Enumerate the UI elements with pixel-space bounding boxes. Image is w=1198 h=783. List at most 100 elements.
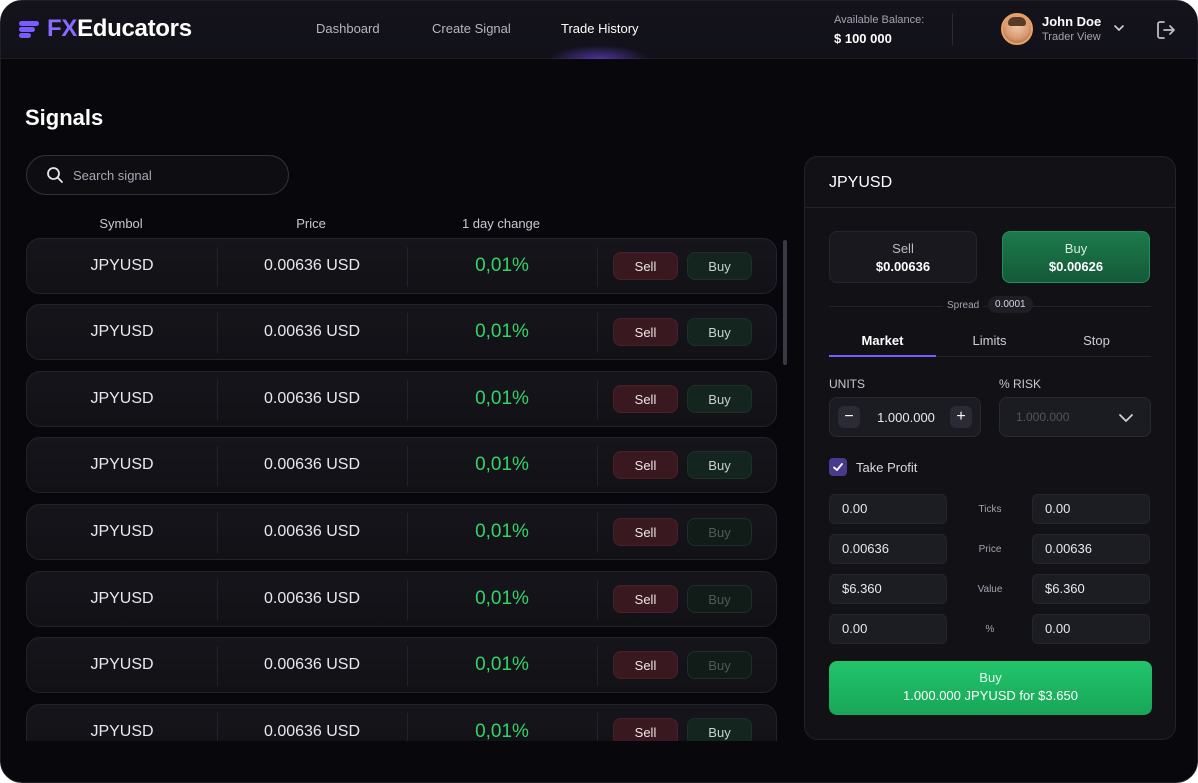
- buy-quote-price: $0.00626: [1048, 259, 1104, 274]
- value-left-input[interactable]: $6.360: [829, 574, 947, 604]
- take-profit-checkbox[interactable]: [829, 458, 847, 476]
- row-change: 0,01%: [475, 721, 529, 741]
- ticks-label: Ticks: [978, 504, 1002, 515]
- sell-quote-button[interactable]: Sell $0.00636: [829, 231, 977, 283]
- tab-limits[interactable]: Limits: [936, 333, 1043, 348]
- logo-icon: [19, 18, 41, 40]
- divider: [805, 207, 1175, 208]
- search-box[interactable]: [26, 155, 289, 195]
- divider: [952, 13, 953, 45]
- row-symbol: JPYUSD: [90, 523, 154, 540]
- row-symbol: JPYUSD: [90, 590, 154, 607]
- spread-label: Spread: [943, 300, 984, 311]
- percent-left-input[interactable]: 0.00: [829, 614, 947, 644]
- price-left-input[interactable]: 0.00636: [829, 534, 947, 564]
- table-row[interactable]: JPYUSD 0.00636 USD 0,01% Sell Buy: [26, 238, 777, 294]
- units-stepper: − 1.000.000 +: [829, 397, 981, 437]
- value-right-input[interactable]: $6.360: [1032, 574, 1150, 604]
- divider: [597, 380, 598, 420]
- sell-button[interactable]: Sell: [613, 651, 678, 679]
- buy-button[interactable]: Buy: [687, 518, 752, 546]
- scrollbar[interactable]: [783, 238, 787, 741]
- decrement-button[interactable]: −: [838, 406, 860, 428]
- table-row[interactable]: JPYUSD 0.00636 USD 0,01% Sell Buy: [26, 437, 777, 493]
- buy-button[interactable]: Buy: [687, 318, 752, 346]
- buy-button[interactable]: Buy: [687, 451, 752, 479]
- divider: [597, 313, 598, 353]
- balance-value: $ 100 000: [834, 31, 892, 46]
- spread-badge: 0.0001: [988, 296, 1033, 313]
- take-profit-label[interactable]: Take Profit: [856, 460, 917, 475]
- divider: [597, 513, 598, 553]
- buy-button[interactable]: Buy: [687, 252, 752, 280]
- row-symbol: JPYUSD: [90, 390, 154, 407]
- nav-active-indicator: [549, 45, 649, 59]
- search-input[interactable]: [73, 164, 273, 186]
- nav-dashboard[interactable]: Dashboard: [316, 21, 380, 36]
- tab-stop[interactable]: Stop: [1043, 333, 1150, 348]
- buy-button[interactable]: Buy: [687, 385, 752, 413]
- table-row[interactable]: JPYUSD 0.00636 USD 0,01% Sell Buy: [26, 371, 777, 427]
- percent-right-input[interactable]: 0.00: [1032, 614, 1150, 644]
- brand-logo[interactable]: FXEducators: [19, 15, 192, 43]
- row-price: 0.00636 USD: [263, 656, 361, 673]
- price-label: Price: [978, 544, 1002, 555]
- table-row[interactable]: JPYUSD 0.00636 USD 0,01% Sell Buy: [26, 704, 777, 741]
- order-panel: JPYUSD Sell $0.00636 Buy $0.00626 Spread…: [804, 156, 1176, 740]
- buy-button[interactable]: Buy: [687, 585, 752, 613]
- row-change: 0,01%: [475, 654, 529, 675]
- risk-value: 1.000.000: [1016, 410, 1070, 424]
- scrollbar-thumb[interactable]: [783, 240, 787, 365]
- row-price: 0.00636 USD: [263, 257, 361, 274]
- buy-order-button[interactable]: Buy 1.000.000 JPYUSD for $3.650: [829, 661, 1152, 715]
- search-icon: [47, 167, 63, 183]
- user-role: Trader View: [1042, 31, 1101, 43]
- buy-button[interactable]: Buy: [687, 651, 752, 679]
- table-row[interactable]: JPYUSD 0.00636 USD 0,01% Sell Buy: [26, 504, 777, 560]
- page-title: Signals: [25, 105, 104, 130]
- sell-button[interactable]: Sell: [613, 318, 678, 346]
- buy-button[interactable]: Buy: [687, 718, 752, 741]
- logout-icon[interactable]: [1154, 18, 1178, 42]
- column-header-symbol: Symbol: [99, 216, 143, 231]
- ticks-right-input[interactable]: 0.00: [1032, 494, 1150, 524]
- sell-button[interactable]: Sell: [613, 585, 678, 613]
- risk-label: % RISK: [999, 377, 1042, 391]
- avatar[interactable]: [1001, 13, 1033, 45]
- tab-market[interactable]: Market: [829, 333, 936, 348]
- sell-button[interactable]: Sell: [613, 451, 678, 479]
- app-window: FXEducators Dashboard Create Signal Trad…: [0, 0, 1198, 783]
- row-price: 0.00636 USD: [263, 723, 361, 740]
- table-row[interactable]: JPYUSD 0.00636 USD 0,01% Sell Buy: [26, 571, 777, 627]
- row-change: 0,01%: [475, 454, 529, 475]
- table-row[interactable]: JPYUSD 0.00636 USD 0,01% Sell Buy: [26, 637, 777, 693]
- signals-list: JPYUSD 0.00636 USD 0,01% Sell Buy JPYUSD…: [26, 238, 778, 741]
- column-header-change: 1 day change: [461, 216, 541, 231]
- buy-quote-button[interactable]: Buy $0.00626: [1002, 231, 1150, 283]
- nav-trade-history[interactable]: Trade History: [561, 21, 639, 36]
- row-symbol: JPYUSD: [90, 656, 154, 673]
- divider: [597, 713, 598, 741]
- buy-order-title: Buy: [979, 670, 1002, 685]
- row-symbol: JPYUSD: [90, 323, 154, 340]
- divider: [597, 247, 598, 287]
- nav-create-signal[interactable]: Create Signal: [432, 21, 511, 36]
- row-change: 0,01%: [475, 521, 529, 542]
- column-header-price: Price: [296, 216, 326, 231]
- increment-button[interactable]: +: [950, 406, 972, 428]
- price-right-input[interactable]: 0.00636: [1032, 534, 1150, 564]
- sell-button[interactable]: Sell: [613, 252, 678, 280]
- row-symbol: JPYUSD: [90, 723, 154, 740]
- check-icon: [833, 463, 843, 471]
- row-price: 0.00636 USD: [263, 523, 361, 540]
- sell-button[interactable]: Sell: [613, 385, 678, 413]
- risk-select[interactable]: 1.000.000: [999, 397, 1151, 437]
- ticks-left-input[interactable]: 0.00: [829, 494, 947, 524]
- balance-label: Available Balance:: [834, 14, 925, 26]
- user-name[interactable]: John Doe: [1042, 14, 1101, 29]
- chevron-down-icon[interactable]: [1112, 21, 1126, 35]
- table-row[interactable]: JPYUSD 0.00636 USD 0,01% Sell Buy: [26, 304, 777, 360]
- sell-button[interactable]: Sell: [613, 518, 678, 546]
- sell-button[interactable]: Sell: [613, 718, 678, 741]
- units-value[interactable]: 1.000.000: [866, 398, 946, 436]
